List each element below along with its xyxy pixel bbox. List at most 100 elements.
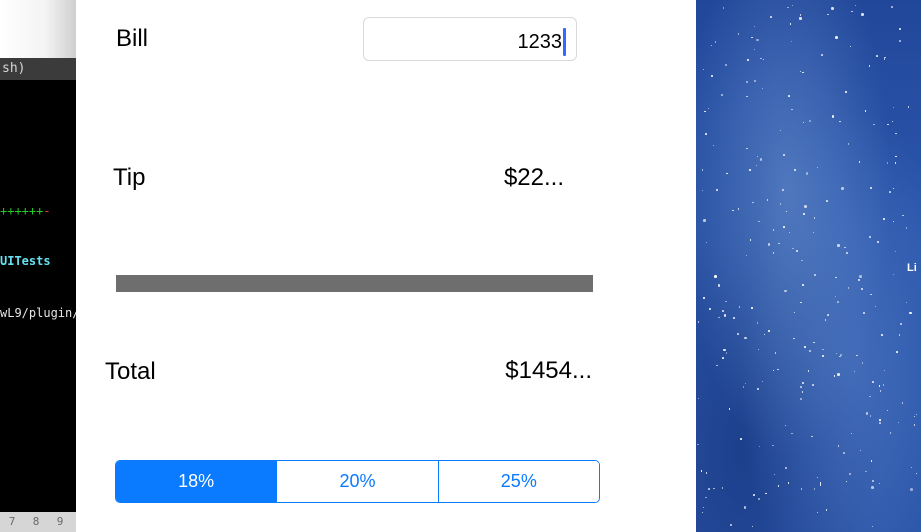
tip-option-25[interactable]: 25% bbox=[437, 461, 599, 502]
star-dot bbox=[850, 432, 853, 435]
star-dot bbox=[813, 341, 815, 344]
star-dot bbox=[902, 214, 904, 217]
star-dot bbox=[714, 41, 717, 43]
star-dot bbox=[723, 348, 726, 352]
bill-input[interactable]: 1233 bbox=[363, 17, 577, 61]
terminal-diff-plus: ++++++ bbox=[0, 204, 44, 218]
star-dot bbox=[722, 7, 725, 9]
star-dot bbox=[791, 108, 793, 111]
star-dot bbox=[837, 373, 840, 376]
star-dot bbox=[899, 28, 901, 30]
star-dot bbox=[827, 314, 829, 316]
bill-input-value: 1233 bbox=[517, 30, 563, 53]
star-dot bbox=[861, 13, 864, 16]
star-dot bbox=[716, 364, 718, 367]
star-dot bbox=[905, 301, 908, 304]
tip-option-18[interactable]: 18% bbox=[116, 461, 277, 502]
star-dot bbox=[728, 408, 731, 410]
star-dot bbox=[697, 397, 700, 400]
star-dot bbox=[802, 71, 804, 74]
star-dot bbox=[882, 384, 885, 386]
star-dot bbox=[804, 205, 807, 208]
star-dot bbox=[722, 357, 724, 359]
star-dot bbox=[760, 57, 762, 60]
star-dot bbox=[839, 120, 841, 123]
star-dot bbox=[796, 250, 798, 252]
star-dot bbox=[782, 189, 784, 191]
star-dot bbox=[716, 189, 718, 191]
star-dot bbox=[895, 155, 897, 158]
star-dot bbox=[835, 276, 837, 279]
star-dot bbox=[905, 227, 908, 229]
star-dot bbox=[835, 352, 838, 355]
tip-option-20[interactable]: 20% bbox=[276, 461, 438, 502]
star-dot bbox=[913, 415, 916, 418]
text-cursor bbox=[563, 28, 566, 56]
star-dot bbox=[863, 312, 865, 314]
star-dot bbox=[782, 153, 786, 157]
terminal-title-bar[interactable]: sh) bbox=[0, 58, 76, 80]
star-dot bbox=[746, 81, 748, 83]
star-dot bbox=[725, 300, 728, 303]
star-dot bbox=[725, 64, 727, 66]
star-dot bbox=[732, 209, 734, 212]
star-dot bbox=[707, 107, 710, 110]
total-amount: $1454... bbox=[505, 357, 592, 384]
star-dot bbox=[737, 33, 740, 35]
star-dot bbox=[697, 443, 699, 446]
star-dot bbox=[892, 106, 895, 109]
star-dot bbox=[804, 346, 806, 348]
star-dot bbox=[743, 506, 747, 509]
star-dot bbox=[915, 472, 918, 475]
terminal-key: 7 bbox=[8, 515, 16, 528]
star-dot bbox=[772, 369, 775, 372]
terminal-bottom-bar: 7 8 9 bbox=[0, 512, 76, 532]
star-dot bbox=[753, 494, 755, 496]
desktop-wallpaper: Li bbox=[696, 0, 921, 532]
tip-label: Tip bbox=[113, 164, 146, 191]
star-dot bbox=[749, 169, 751, 171]
star-dot bbox=[702, 68, 705, 70]
star-dot bbox=[844, 246, 846, 249]
star-dot bbox=[873, 123, 875, 126]
star-dot bbox=[772, 444, 774, 447]
star-dot bbox=[892, 220, 895, 223]
terminal-background-region bbox=[0, 0, 76, 58]
terminal-key: 9 bbox=[56, 515, 64, 528]
star-dot bbox=[845, 251, 849, 255]
star-dot bbox=[813, 217, 816, 219]
star-dot bbox=[870, 293, 872, 295]
desktop-icon-label[interactable]: Li bbox=[907, 262, 917, 274]
star-dot bbox=[831, 115, 835, 118]
star-dot bbox=[784, 424, 787, 427]
total-label: Total bbox=[105, 358, 156, 385]
star-dot bbox=[803, 213, 805, 215]
star-dot bbox=[819, 484, 822, 486]
star-dot bbox=[801, 259, 803, 262]
star-dot bbox=[900, 323, 902, 325]
star-dot bbox=[816, 511, 819, 514]
star-dot bbox=[821, 54, 823, 56]
star-dot bbox=[723, 314, 727, 317]
star-dot bbox=[910, 488, 913, 491]
star-dot bbox=[847, 143, 850, 145]
star-dot bbox=[761, 380, 764, 383]
star-dot bbox=[778, 242, 780, 245]
star-dot bbox=[909, 311, 912, 315]
star-dot bbox=[752, 201, 754, 204]
star-dot bbox=[763, 333, 766, 336]
star-dot bbox=[833, 375, 836, 377]
star-dot bbox=[822, 348, 824, 351]
star-dot bbox=[891, 120, 894, 123]
star-dot bbox=[787, 6, 789, 9]
star-dot bbox=[774, 352, 777, 354]
star-dot bbox=[858, 161, 861, 163]
star-dot bbox=[721, 94, 723, 96]
star-dot bbox=[765, 492, 767, 495]
star-dot bbox=[826, 200, 828, 202]
star-dot bbox=[737, 208, 740, 210]
star-dot bbox=[793, 337, 795, 340]
star-dot bbox=[809, 350, 811, 352]
star-dot bbox=[915, 413, 918, 416]
star-dot bbox=[742, 386, 745, 388]
